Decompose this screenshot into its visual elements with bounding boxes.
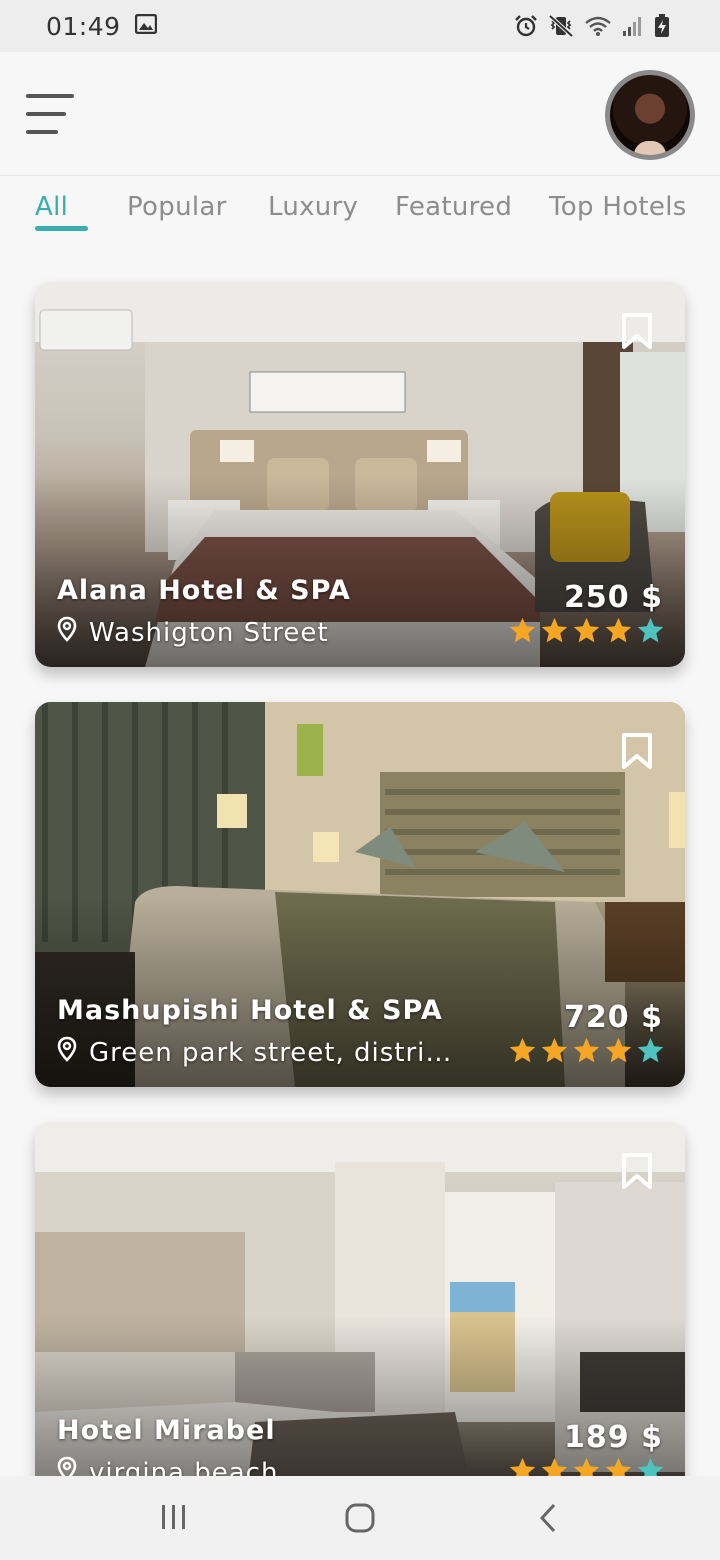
vibrate-icon	[548, 14, 574, 38]
wifi-icon	[584, 15, 612, 37]
battery-charging-icon	[654, 14, 670, 38]
star-icon	[637, 617, 664, 643]
star-icon	[573, 617, 600, 643]
star-icon	[573, 1037, 600, 1063]
location-text: Washigton Street	[89, 617, 329, 648]
hotel-name: Mashupishi Hotel & SPA	[57, 995, 443, 1026]
status-bar: 01:49	[0, 0, 720, 52]
tab-top-hotels[interactable]: Top Hotels	[549, 192, 687, 222]
location-pin-icon	[57, 616, 77, 649]
avatar-photo	[610, 75, 690, 155]
active-tab-indicator	[35, 226, 88, 231]
bookmark-icon[interactable]	[621, 1152, 653, 1190]
star-icon	[637, 1037, 664, 1063]
signal-icon	[622, 15, 644, 37]
alarm-icon	[514, 14, 538, 38]
gallery-icon	[134, 13, 157, 38]
tab-luxury[interactable]: Luxury	[268, 192, 358, 222]
hotel-location: Washigton Street	[57, 616, 329, 649]
tab-all[interactable]: All	[35, 192, 68, 222]
bookmark-icon[interactable]	[621, 312, 653, 350]
status-time: 01:49	[46, 11, 121, 41]
user-avatar[interactable]	[605, 70, 695, 160]
home-icon[interactable]	[344, 1502, 376, 1538]
bookmark-icon[interactable]	[621, 732, 653, 770]
back-icon[interactable]	[536, 1502, 560, 1538]
location-text: Green park street, distri…	[89, 1037, 453, 1068]
star-rating	[508, 1036, 665, 1065]
hotel-price: 720 $	[564, 1000, 663, 1035]
star-icon	[509, 1037, 536, 1063]
hotel-location: Green park street, distri…	[57, 1036, 452, 1069]
hotel-name: Alana Hotel & SPA	[57, 575, 351, 606]
hotel-card[interactable]: Hotel Mirabel virgina beach 189 $	[35, 1122, 685, 1507]
tab-popular[interactable]: Popular	[127, 192, 227, 222]
status-right	[514, 14, 670, 38]
hotel-card[interactable]: Mashupishi Hotel & SPA Green park street…	[35, 702, 685, 1087]
system-nav-bar	[0, 1476, 720, 1560]
status-left: 01:49	[46, 12, 157, 41]
star-icon	[541, 617, 568, 643]
hotel-card[interactable]: Alana Hotel & SPA Washigton Street 250 $	[35, 282, 685, 667]
star-icon	[541, 1037, 568, 1063]
star-icon	[605, 1037, 632, 1063]
hotel-price: 250 $	[564, 580, 663, 615]
hotel-price: 189 $	[564, 1420, 663, 1455]
tab-featured[interactable]: Featured	[395, 192, 512, 222]
app-bar	[0, 52, 720, 176]
star-rating	[508, 616, 665, 645]
star-icon	[509, 617, 536, 643]
recent-apps-icon[interactable]	[160, 1502, 188, 1536]
star-icon	[605, 617, 632, 643]
hotel-name: Hotel Mirabel	[57, 1415, 276, 1446]
hamburger-menu-icon[interactable]	[24, 92, 76, 136]
category-tabs: All Popular Luxury Featured Top Hotels	[0, 176, 720, 246]
location-pin-icon	[57, 1036, 77, 1069]
